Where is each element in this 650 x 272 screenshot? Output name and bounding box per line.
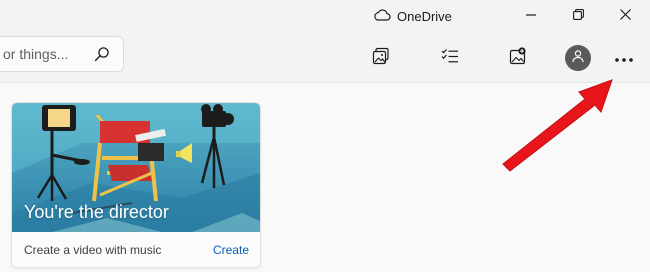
minimize-button[interactable] <box>508 0 554 32</box>
title-bar: OneDrive <box>0 0 650 34</box>
card-description: Create a video with music <box>24 243 162 257</box>
content-area: You're the director Create a video with … <box>0 83 650 272</box>
photo-gallery-icon <box>372 47 390 70</box>
search-input[interactable] <box>0 45 101 63</box>
select-checklist-icon <box>441 48 459 69</box>
toolbar <box>0 34 650 83</box>
app-title-area: OneDrive <box>373 7 452 25</box>
card-footer: Create a video with music Create <box>12 233 260 267</box>
minimize-icon <box>526 7 536 25</box>
photo-gallery-button[interactable] <box>365 42 397 74</box>
account-button[interactable] <box>562 42 594 74</box>
cloud-icon <box>373 8 391 24</box>
create-link[interactable]: Create <box>213 243 249 257</box>
card-title: You're the director <box>24 202 169 222</box>
account-avatar-icon <box>571 49 585 68</box>
close-button[interactable] <box>602 0 648 32</box>
avatar <box>565 45 591 71</box>
import-button[interactable] <box>502 42 534 74</box>
restore-button[interactable] <box>555 0 601 32</box>
video-card[interactable]: You're the director Create a video with … <box>11 102 261 268</box>
close-icon <box>619 7 631 25</box>
search-icon[interactable] <box>94 46 110 67</box>
search-box[interactable] <box>0 36 124 72</box>
import-photo-icon <box>509 46 527 70</box>
more-options-icon <box>615 49 633 67</box>
select-button[interactable] <box>434 42 466 74</box>
restore-icon <box>572 7 584 25</box>
app-title: OneDrive <box>397 8 452 24</box>
more-options-button[interactable] <box>608 42 640 74</box>
